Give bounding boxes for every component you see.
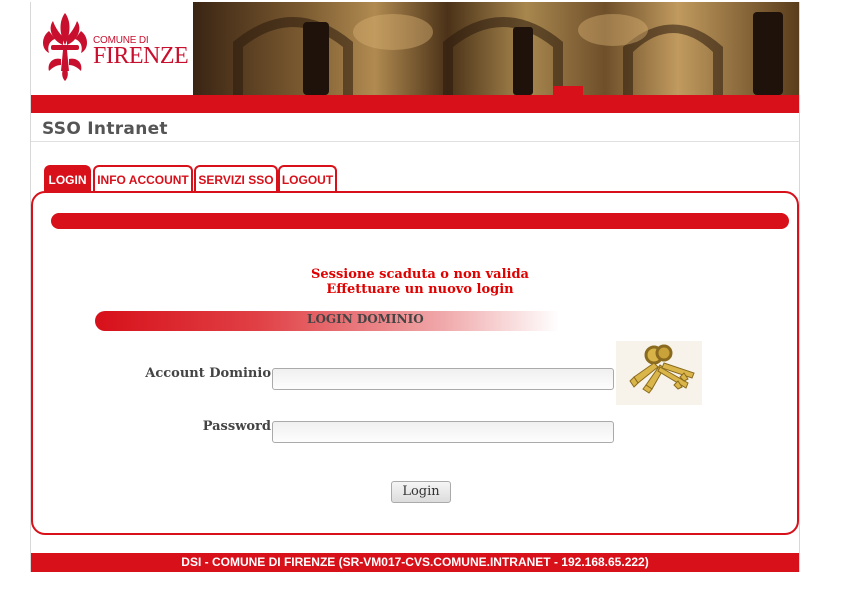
page-title: SSO Intranet [42,119,168,139]
title-divider [31,141,799,142]
header-banner-image [193,2,799,95]
footer-bar: DSI - COMUNE DI FIRENZE (SR-VM017-CVS.CO… [31,553,799,572]
tab-logout[interactable]: LOGOUT [278,165,337,191]
florence-lily-icon [43,13,87,81]
panel-red-bar [51,213,789,229]
new-login-message: Effettuare un nuovo login [326,282,514,297]
tab-servizi-sso[interactable]: SERVIZI SSO [194,165,278,191]
logo-text-firenze: FIRENZE [93,43,189,69]
password-input[interactable] [272,421,614,443]
session-expired-message: Sessione scaduta o non valida [311,267,529,282]
header-red-bar [31,95,799,113]
login-button[interactable]: Login [391,481,451,503]
tab-login[interactable]: LOGIN [44,165,91,191]
tab-info-account[interactable]: INFO ACCOUNT [93,165,193,191]
keys-icon [616,341,702,405]
logo[interactable]: COMUNE DI FIRENZE [31,2,193,95]
account-label: Account Dominio [145,366,271,381]
password-label: Password [202,419,271,434]
login-panel: Sessione scaduta o non valida Effettuare… [31,191,799,535]
section-title: LOGIN DOMINIO [307,312,424,326]
account-input[interactable] [272,368,614,390]
page-container: COMUNE DI FIRENZE SSO Intranet LOGIN INF… [30,2,800,572]
